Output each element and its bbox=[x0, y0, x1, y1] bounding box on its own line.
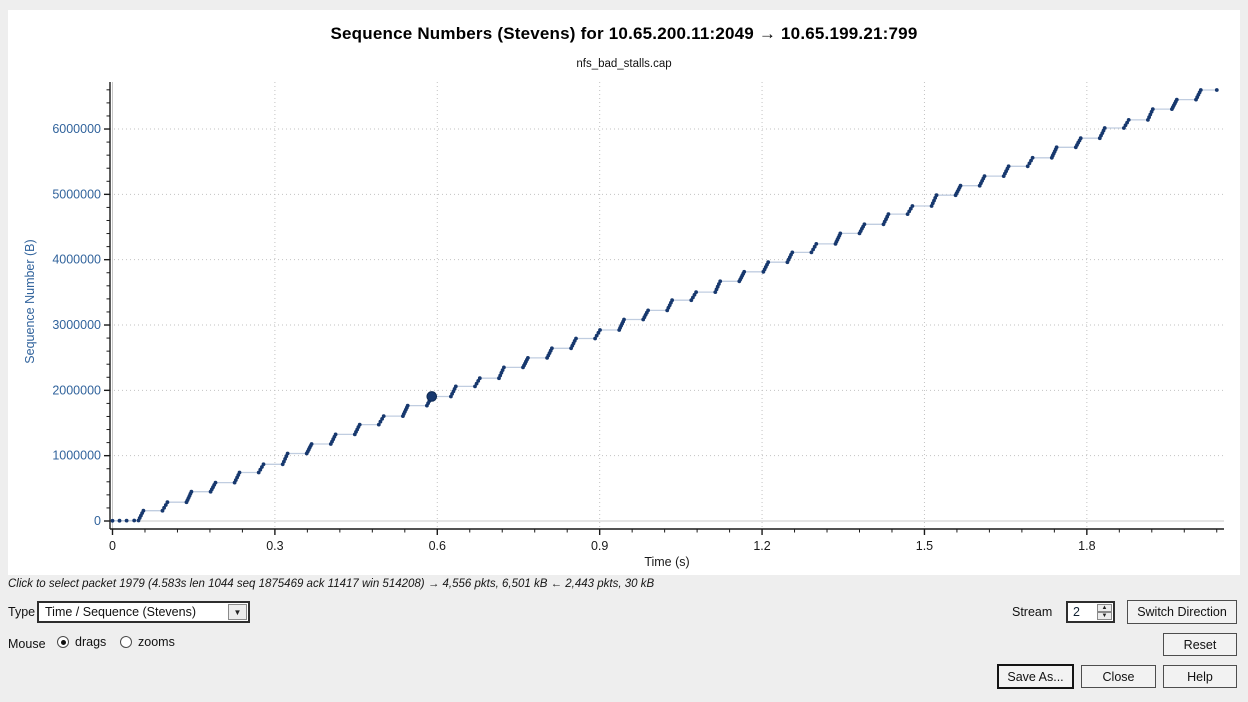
mouse-label: Mouse bbox=[8, 637, 46, 651]
svg-text:0.9: 0.9 bbox=[591, 539, 608, 553]
svg-text:0.6: 0.6 bbox=[429, 539, 446, 553]
svg-text:0: 0 bbox=[109, 539, 116, 553]
radio-selected-icon[interactable] bbox=[57, 636, 69, 648]
stream-value: 2 bbox=[1073, 605, 1080, 619]
save-as-button[interactable]: Save As... bbox=[997, 664, 1074, 689]
tcp-stream-graph[interactable]: 0 0.3 0.6 0.9 1.2 1.5 1.8 0 1000000 2000000 300000… bbox=[8, 10, 1240, 575]
selected-packet-marker bbox=[427, 392, 437, 402]
stream-label: Stream bbox=[1012, 605, 1052, 619]
svg-text:1.8: 1.8 bbox=[1078, 539, 1095, 553]
spin-up-icon[interactable]: ▲ bbox=[1097, 604, 1112, 612]
svg-text:3000000: 3000000 bbox=[52, 318, 101, 332]
svg-text:0.3: 0.3 bbox=[266, 539, 283, 553]
graph-type-dropdown[interactable]: Time / Sequence (Stevens) ▼ bbox=[37, 601, 250, 623]
radio-unselected-icon[interactable] bbox=[120, 636, 132, 648]
sequence-series bbox=[111, 88, 1219, 523]
stream-graph-canvas: Sequence Numbers (Stevens) for 10.65.200… bbox=[8, 10, 1240, 575]
mouse-zooms-label: zooms bbox=[138, 635, 175, 649]
type-label: Type bbox=[8, 605, 35, 619]
svg-text:2000000: 2000000 bbox=[52, 383, 101, 397]
svg-text:6000000: 6000000 bbox=[52, 122, 101, 136]
close-button[interactable]: Close bbox=[1081, 665, 1156, 688]
chevron-down-icon[interactable]: ▼ bbox=[228, 604, 247, 620]
svg-text:1.2: 1.2 bbox=[753, 539, 770, 553]
help-button[interactable]: Help bbox=[1163, 665, 1237, 688]
stream-spinbox[interactable]: 2 ▲ ▼ bbox=[1066, 601, 1115, 623]
mouse-drags-radio[interactable]: drags bbox=[57, 635, 106, 649]
reset-button[interactable]: Reset bbox=[1163, 633, 1237, 656]
svg-text:0: 0 bbox=[94, 514, 101, 528]
status-hint: Click to select packet 1979 (4.583s len … bbox=[8, 578, 654, 590]
x-axis-title: Time (s) bbox=[644, 555, 689, 569]
graph-type-value: Time / Sequence (Stevens) bbox=[45, 605, 196, 619]
mouse-zooms-radio[interactable]: zooms bbox=[120, 635, 175, 649]
switch-direction-button[interactable]: Switch Direction bbox=[1127, 600, 1237, 624]
svg-text:5000000: 5000000 bbox=[52, 187, 101, 201]
spin-down-icon[interactable]: ▼ bbox=[1097, 612, 1112, 620]
svg-text:1.5: 1.5 bbox=[916, 539, 933, 553]
mouse-drags-label: drags bbox=[75, 635, 106, 649]
axes: 0 0.3 0.6 0.9 1.2 1.5 1.8 0 1000000 2000000 300000… bbox=[23, 82, 1224, 569]
y-axis-title: Sequence Number (B) bbox=[23, 239, 37, 363]
svg-text:4000000: 4000000 bbox=[52, 253, 101, 267]
svg-text:1000000: 1000000 bbox=[52, 449, 101, 463]
